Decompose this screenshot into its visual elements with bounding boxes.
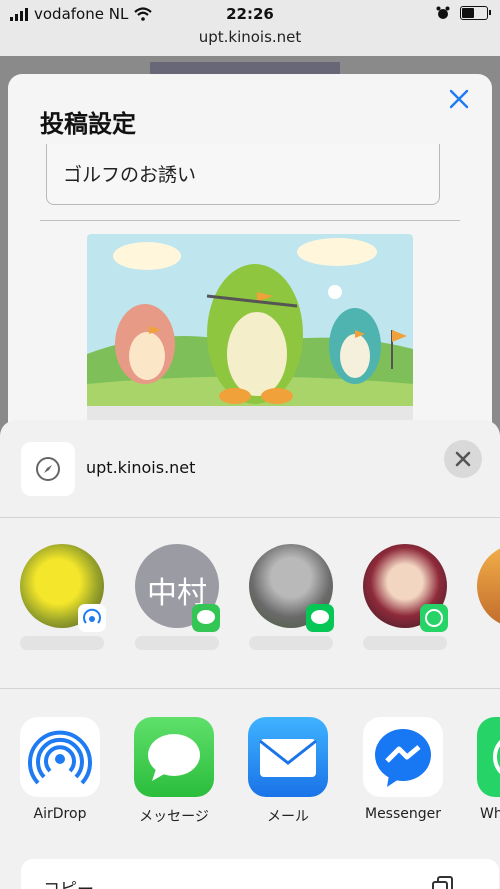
post-title-value: ゴルフのお誘い (63, 164, 197, 186)
compass-icon (36, 457, 60, 481)
contact-name (363, 636, 447, 650)
clock: 22:26 (226, 5, 274, 23)
messages-app[interactable] (134, 717, 214, 797)
alarm-icon (436, 6, 450, 19)
address-bar-url[interactable]: upt.kinois.net (0, 28, 500, 46)
whatsapp-icon (420, 604, 448, 632)
battery-level (462, 8, 474, 18)
share-sheet-header: upt.kinois.net (0, 420, 500, 518)
post-title-field[interactable]: ゴルフのお誘い (46, 144, 440, 205)
share-apps-row: AirDrop メッセージ メール Messenger Wh (0, 689, 500, 849)
close-icon (455, 451, 471, 467)
post-settings-modal: 投稿設定 ゴルフのお誘い (8, 74, 492, 454)
copy-label: コピー (43, 875, 94, 889)
battery-icon (460, 6, 491, 20)
messenger-icon (375, 729, 431, 787)
messages-icon (148, 734, 200, 781)
messages-icon (192, 604, 220, 632)
app-label: メール (267, 809, 309, 825)
app-label: AirDrop (33, 806, 87, 822)
mail-app[interactable] (248, 717, 328, 797)
mail-icon (259, 739, 317, 777)
line-icon (306, 604, 334, 632)
contact-name (249, 636, 333, 650)
share-sheet: upt.kinois.net 中村 AirDrop メッセージ メール Mess… (0, 420, 500, 889)
messenger-app[interactable] (363, 717, 443, 797)
site-icon (21, 442, 75, 496)
status-icons (436, 6, 491, 20)
contact-name (135, 636, 219, 650)
share-url: upt.kinois.net (86, 458, 196, 477)
airdrop-app[interactable] (20, 717, 100, 797)
divider (40, 220, 460, 221)
copy-action[interactable]: コピー (21, 859, 499, 889)
app-label: メッセージ (139, 809, 209, 825)
airdrop-icon (78, 604, 106, 632)
contact-avatar[interactable] (477, 544, 500, 628)
whatsapp-icon (493, 740, 500, 774)
share-close-button[interactable] (444, 440, 482, 478)
modal-title: 投稿設定 (40, 110, 136, 138)
share-people-row: 中村 (0, 518, 500, 688)
app-label: Messenger (364, 806, 442, 822)
close-icon[interactable] (446, 86, 472, 112)
whatsapp-app[interactable] (477, 717, 500, 797)
status-bar: vodafone NL 22:26 upt.kinois.net (0, 0, 500, 56)
contact-name (20, 636, 104, 650)
app-label: Wh (480, 806, 500, 822)
copy-icon (432, 876, 453, 889)
airdrop-icon (28, 730, 92, 785)
